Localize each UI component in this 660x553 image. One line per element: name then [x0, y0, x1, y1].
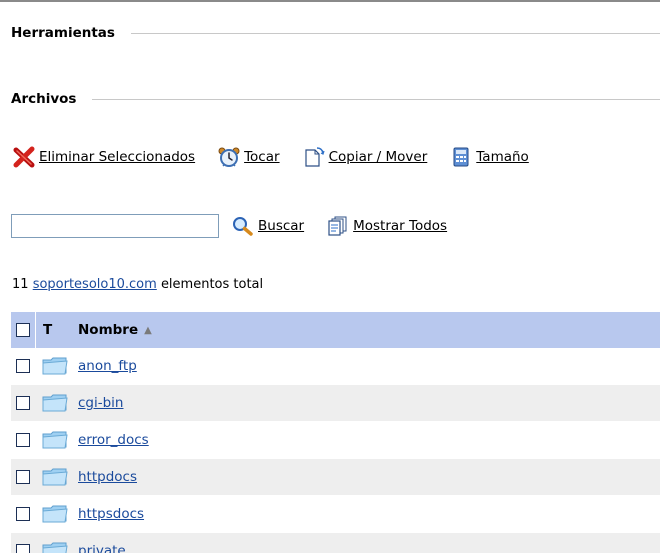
item-count: 11 soportesolo10.com elementos total	[12, 277, 263, 292]
folder-name-link[interactable]: httpsdocs	[76, 506, 144, 522]
files-heading: Archivos	[11, 91, 660, 107]
table-body: anon_ftp cgi-bin error_docs httpdocs httpsdo…	[11, 348, 660, 553]
row-checkbox[interactable]	[16, 359, 30, 373]
copy-document-icon	[302, 146, 326, 168]
select-all-cell	[11, 323, 35, 337]
name-column-label: Nombre	[78, 322, 139, 338]
copy-move-label: Copiar / Mover	[328, 149, 428, 165]
copy-move-button[interactable]: Copiar / Mover	[302, 146, 428, 168]
touch-button[interactable]: Tocar	[217, 146, 280, 168]
select-all-checkbox[interactable]	[16, 323, 30, 337]
sort-ascending-icon: ▲	[144, 324, 152, 336]
row-checkbox[interactable]	[16, 433, 30, 447]
file-manager-page: Herramientas Archivos Eliminar Seleccion…	[0, 0, 660, 553]
row-checkbox-cell	[11, 396, 35, 410]
size-button[interactable]: Tamaño	[449, 146, 529, 168]
table-row: private	[11, 533, 660, 553]
row-checkbox[interactable]	[16, 544, 30, 553]
row-checkbox[interactable]	[16, 507, 30, 521]
folder-icon	[36, 392, 76, 414]
row-checkbox-cell	[11, 544, 35, 553]
row-checkbox-cell	[11, 507, 35, 521]
table-row: error_docs	[11, 422, 660, 459]
row-checkbox-cell	[11, 359, 35, 373]
folder-icon	[36, 503, 76, 525]
file-toolbar: Eliminar Seleccionados Tocar Copiar / Mo…	[12, 146, 551, 168]
row-checkbox-cell	[11, 433, 35, 447]
row-checkbox-cell	[11, 470, 35, 484]
row-checkbox[interactable]	[16, 470, 30, 484]
table-row: anon_ftp	[11, 348, 660, 385]
folder-icon	[36, 429, 76, 451]
tools-heading-label: Herramientas	[11, 25, 115, 41]
table-row: httpdocs	[11, 459, 660, 496]
folder-name-link[interactable]: private	[76, 543, 126, 553]
calculator-icon	[449, 146, 473, 168]
folder-icon	[36, 355, 76, 377]
row-checkbox[interactable]	[16, 396, 30, 410]
magnifier-icon	[231, 215, 255, 237]
item-count-number: 11	[12, 277, 29, 292]
delete-selected-label: Eliminar Seleccionados	[39, 149, 196, 165]
file-table: T Nombre ▲ anon_ftp cgi-bin error_docshttp…	[11, 312, 660, 553]
size-label: Tamaño	[476, 149, 529, 165]
show-all-button[interactable]: Mostrar Todos	[326, 215, 447, 237]
search-label: Buscar	[258, 218, 305, 234]
documents-icon	[326, 215, 350, 237]
tools-heading-rule	[130, 32, 660, 34]
table-header: T Nombre ▲	[11, 312, 660, 348]
table-row: httpsdocs	[11, 496, 660, 533]
red-x-icon	[12, 146, 36, 168]
item-count-suffix: elementos total	[160, 277, 264, 292]
table-row: cgi-bin	[11, 385, 660, 422]
tools-heading: Herramientas	[11, 25, 660, 41]
folder-icon	[36, 540, 76, 553]
folder-name-link[interactable]: anon_ftp	[76, 358, 137, 374]
touch-label: Tocar	[244, 149, 280, 165]
search-input[interactable]	[11, 214, 219, 238]
search-button[interactable]: Buscar	[231, 215, 304, 237]
alarm-clock-icon	[217, 146, 241, 168]
folder-name-link[interactable]: error_docs	[76, 432, 149, 448]
top-divider	[0, 0, 660, 2]
delete-selected-button[interactable]: Eliminar Seleccionados	[12, 146, 195, 168]
search-row: Buscar Mostrar Todos	[11, 214, 457, 238]
folder-name-link[interactable]: httpdocs	[76, 469, 137, 485]
folder-name-link[interactable]: cgi-bin	[76, 395, 124, 411]
files-heading-rule	[92, 98, 660, 100]
domain-link[interactable]: soportesolo10.com	[33, 277, 157, 292]
type-column-header[interactable]: T	[36, 322, 76, 338]
files-heading-label: Archivos	[11, 91, 77, 107]
folder-icon	[36, 466, 76, 488]
name-column-header[interactable]: Nombre ▲	[76, 322, 152, 338]
show-all-label: Mostrar Todos	[353, 218, 448, 234]
